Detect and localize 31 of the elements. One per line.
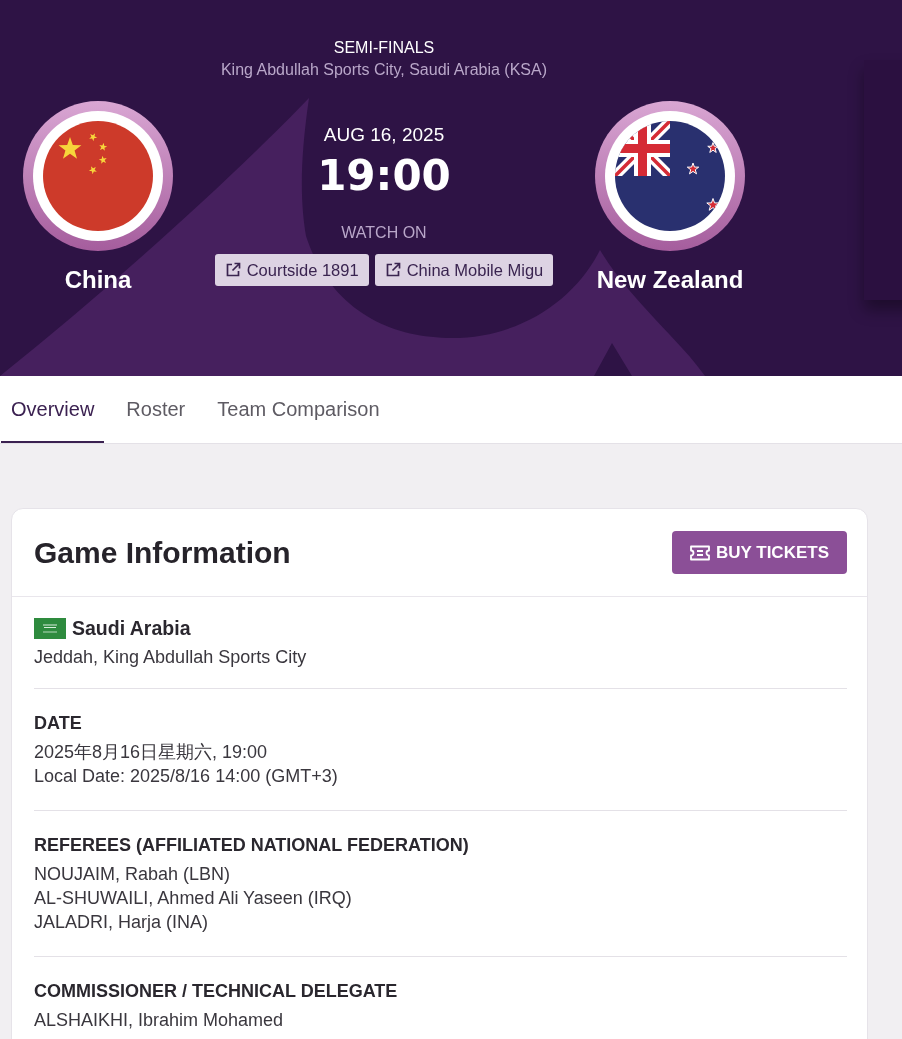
info-line: ALSHAIKHI, Ibrahim Mohamed [34,1009,285,1032]
info-line: 2025年8月16日星期六, 19:00 [34,741,269,764]
match-date: AUG 16, 2025 [323,123,445,147]
tab[interactable]: Roster [116,376,196,443]
info-line: JALADRI, Harja (INA) [34,911,210,934]
section-heading: COMMISSIONER / TECHNICAL DELEGATE [34,980,398,1003]
info-line: Jeddah, King Abdullah Sports City [34,646,308,669]
china-flag-icon [23,101,173,251]
round-label: SEMI-FINALS [333,38,435,58]
info-line: Local Date: 2025/8/16 14:00 (GMT+3) [34,765,339,788]
info-line: AL-SHUWAILI, Ahmed Ali Yaseen (IRQ) [34,887,353,910]
buy-tickets-button[interactable]: BUY TICKETS [671,531,847,574]
stream-link[interactable]: China Mobile Migu [374,254,554,286]
ticket-icon [689,544,710,561]
venue-label: King Abdullah Sports City, Saudi Arabia (KSA) [220,60,548,80]
tab[interactable]: Overview [1,376,105,443]
external-link-icon [224,262,241,278]
tab[interactable]: Team Comparison [207,376,390,443]
card-title: Game Information [34,535,291,570]
section-heading: DATE [34,712,82,735]
watch-on-label: WATCH ON [341,223,427,243]
stream-link[interactable]: Courtside 1891 [214,254,369,286]
team-name: New Zealand [596,265,744,295]
saudi-flag-icon [34,617,66,639]
info-line: NOUJAIM, Rabah (LBN) [34,863,232,886]
match-time: 19:00 [317,152,451,200]
team-name: China [64,265,132,295]
external-link-icon [384,262,401,278]
section-heading: REFEREES (AFFILIATED NATIONAL FEDERATION) [34,834,469,857]
section-heading: Saudi Arabia [72,616,191,640]
new-zealand-flag-icon [595,101,745,251]
